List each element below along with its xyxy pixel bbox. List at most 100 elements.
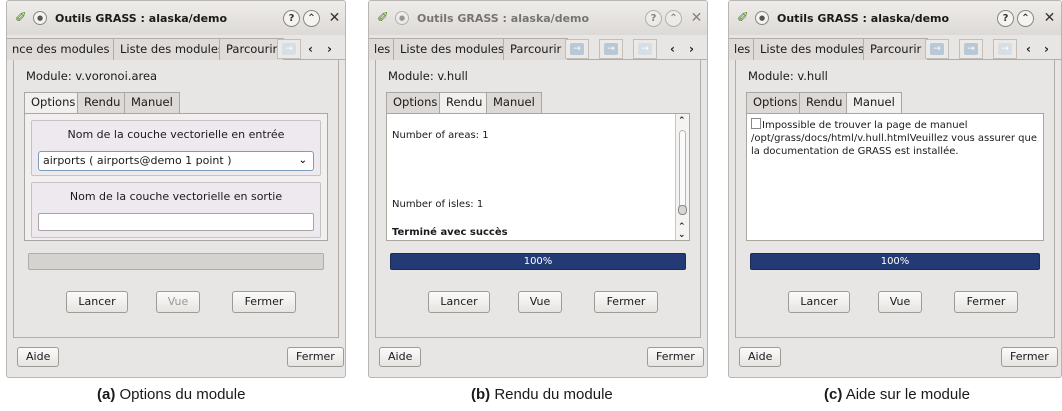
shade-icon[interactable]: ⌃	[665, 10, 682, 27]
view-button: Vue	[156, 291, 200, 313]
scroll-track[interactable]	[679, 130, 686, 214]
help-button[interactable]: Aide	[739, 347, 782, 367]
tab-module[interactable]: →	[959, 39, 983, 59]
tab-module-active[interactable]: →	[993, 39, 1017, 59]
progress-bar	[28, 253, 324, 270]
close-module-button[interactable]: Fermer	[594, 291, 658, 313]
shade-icon[interactable]: ⌃	[1017, 10, 1034, 27]
pin-icon[interactable]: ●	[395, 11, 409, 25]
window-title: Outils GRASS : alaska/demo	[55, 12, 228, 25]
broken-document-icon	[751, 118, 761, 129]
shade-icon[interactable]: ⌃	[303, 10, 320, 27]
progress-text: 100%	[880, 256, 910, 267]
module-label: Module: v.voronoi.area	[26, 69, 158, 83]
vertical-scrollbar[interactable]: ⌃ ⌃ ⌄	[675, 114, 689, 240]
tab-module-tree[interactable]: nce des modules	[7, 38, 117, 60]
output-layer-group: Nom de la couche vectorielle en sortie	[31, 182, 321, 238]
caption-b: (b) Rendu du module	[471, 386, 613, 403]
pin-icon[interactable]: ●	[755, 11, 769, 25]
tab-browse[interactable]: Parcourir	[219, 38, 285, 60]
scroll-updown-icon[interactable]: ⌃ ⌄	[678, 223, 686, 240]
chevron-right-icon[interactable]: ›	[689, 42, 694, 56]
scroll-up-icon[interactable]: ⌃	[678, 116, 686, 126]
arrow-icon: →	[638, 43, 652, 55]
subtab-options[interactable]: Options	[24, 92, 83, 114]
tab-module[interactable]: →	[565, 39, 589, 59]
help-icon[interactable]: ?	[283, 10, 300, 27]
close-window-button[interactable]: Fermer	[1001, 347, 1058, 367]
input-layer-select[interactable]: airports ( airports@demo 1 point ) ⌄	[38, 151, 314, 171]
tab-module-list[interactable]: Liste des modules	[113, 38, 231, 60]
manual-message: Impossible de trouver la page de manuel …	[751, 120, 1037, 157]
run-button[interactable]: Lancer	[428, 291, 490, 313]
panel-module-help: ✐ ● Outils GRASS : alaska/demo ? ⌃ ✕ les…	[728, 0, 1062, 378]
subtab-options[interactable]: Options	[386, 92, 445, 113]
title-bar[interactable]: ✐ ● Outils GRASS : alaska/demo ? ⌃ ✕	[729, 1, 1061, 35]
view-button[interactable]: Vue	[518, 291, 562, 313]
close-window-button[interactable]: Fermer	[647, 347, 704, 367]
tab-browse[interactable]: Parcourir	[503, 38, 569, 60]
close-module-button[interactable]: Fermer	[232, 291, 296, 313]
pin-icon[interactable]: ●	[33, 11, 47, 25]
tab-module-active[interactable]: →	[277, 39, 301, 59]
output-line: Number of isles: 1	[392, 199, 484, 210]
help-icon[interactable]: ?	[645, 10, 662, 27]
manual-frame: Impossible de trouver la page de manuel …	[746, 113, 1044, 241]
subtab-output[interactable]: Rendu	[799, 92, 850, 113]
tab-module[interactable]: →	[599, 39, 623, 59]
output-layer-label: Nom de la couche vectorielle en sortie	[69, 190, 283, 203]
tab-module-active[interactable]: →	[633, 39, 657, 59]
close-icon[interactable]: ✕	[688, 10, 705, 27]
tab-module[interactable]: →	[925, 39, 949, 59]
module-page: Module: v.hull Options Rendu Manuel Numb…	[375, 60, 701, 338]
grass-tools-window: ✐ ● Outils GRASS : alaska/demo ? ⌃ ✕ les…	[368, 0, 708, 378]
manual-view[interactable]: Impossible de trouver la page de manuel …	[747, 114, 1043, 240]
close-icon[interactable]: ✕	[326, 10, 343, 27]
run-button[interactable]: Lancer	[788, 291, 850, 313]
window-title: Outils GRASS : alaska/demo	[417, 12, 590, 25]
output-frame: Number of areas: 1 Number of isles: 1 Te…	[386, 113, 690, 241]
subtab-options[interactable]: Options	[746, 92, 805, 113]
subtab-manual[interactable]: Manuel	[124, 92, 180, 113]
top-tab-bar: les Liste des modules Parcourir → → → ‹ …	[369, 38, 707, 60]
caption-label: (a)	[97, 386, 116, 403]
caption-text: Aide sur le module	[845, 386, 970, 403]
close-module-button[interactable]: Fermer	[954, 291, 1018, 313]
chevron-down-icon: ⌄	[298, 155, 307, 166]
help-icon[interactable]: ?	[997, 10, 1014, 27]
tab-module-list[interactable]: Liste des modules	[393, 38, 511, 60]
output-layer-input[interactable]	[38, 213, 314, 231]
grass-tools-window: ✐ ● Outils GRASS : alaska/demo ? ⌃ ✕ nce…	[6, 0, 346, 378]
title-bar[interactable]: ✐ ● Outils GRASS : alaska/demo ? ⌃ ✕	[369, 1, 707, 35]
tab-module-list[interactable]: Liste des modules	[753, 38, 871, 60]
module-page: Module: v.voronoi.area Options Rendu Man…	[13, 60, 339, 338]
chevron-right-icon[interactable]: ›	[327, 42, 332, 56]
output-line: Terminé avec succès	[392, 227, 508, 238]
grass-logo-icon: ✐	[377, 10, 389, 26]
subtab-manual[interactable]: Manuel	[846, 92, 902, 114]
run-button[interactable]: Lancer	[66, 291, 128, 313]
help-button[interactable]: Aide	[17, 347, 60, 367]
subtab-manual[interactable]: Manuel	[486, 92, 542, 113]
title-bar[interactable]: ✐ ● Outils GRASS : alaska/demo ? ⌃ ✕	[7, 1, 345, 35]
close-icon[interactable]: ✕	[1041, 10, 1058, 27]
chevron-right-icon[interactable]: ›	[1044, 42, 1049, 56]
scroll-thumb[interactable]	[678, 205, 687, 215]
tab-browse[interactable]: Parcourir	[863, 38, 929, 60]
panel-module-options: ✐ ● Outils GRASS : alaska/demo ? ⌃ ✕ nce…	[6, 0, 346, 378]
close-window-button[interactable]: Fermer	[287, 347, 344, 367]
arrow-icon: →	[570, 43, 584, 55]
input-layer-value: airports ( airports@demo 1 point )	[43, 154, 232, 167]
module-label: Module: v.hull	[388, 69, 468, 83]
subtab-output[interactable]: Rendu	[439, 92, 490, 114]
subtab-output[interactable]: Rendu	[77, 92, 128, 113]
view-button[interactable]: Vue	[878, 291, 922, 313]
help-button[interactable]: Aide	[379, 347, 422, 367]
output-console[interactable]: Number of areas: 1 Number of isles: 1 Te…	[387, 114, 675, 240]
progress-bar: 100%	[390, 253, 686, 270]
caption-text: Options du module	[119, 386, 246, 403]
chevron-left-icon[interactable]: ‹	[308, 42, 313, 56]
arrow-icon: →	[282, 43, 296, 55]
chevron-left-icon[interactable]: ‹	[670, 42, 675, 56]
chevron-left-icon[interactable]: ‹	[1026, 42, 1031, 56]
